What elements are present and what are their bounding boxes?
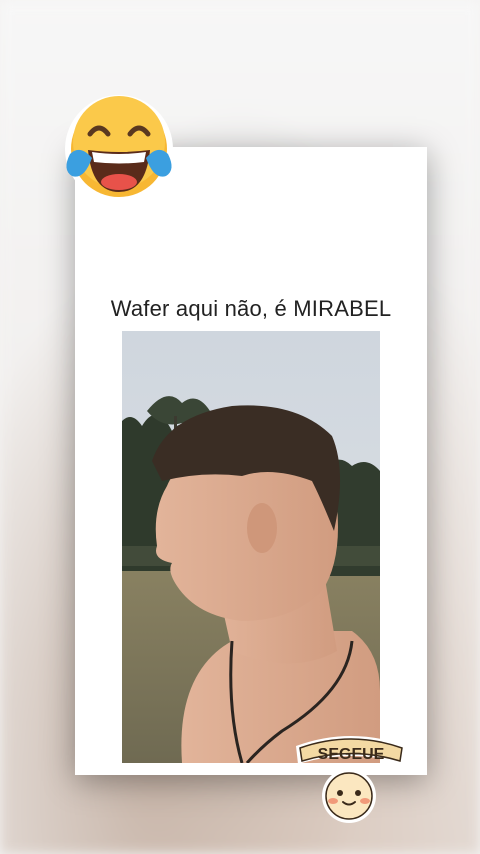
post-caption: Wafer aqui não, é MIRABEL (110, 296, 392, 321)
laughing-tears-emoji-icon (62, 92, 176, 206)
smiling-mascot-sticker-icon: SEGEUE (292, 728, 410, 828)
video-scene-illustration (122, 331, 380, 763)
video-frame[interactable] (122, 331, 380, 763)
sticker-text: SEGEUE (318, 746, 385, 763)
